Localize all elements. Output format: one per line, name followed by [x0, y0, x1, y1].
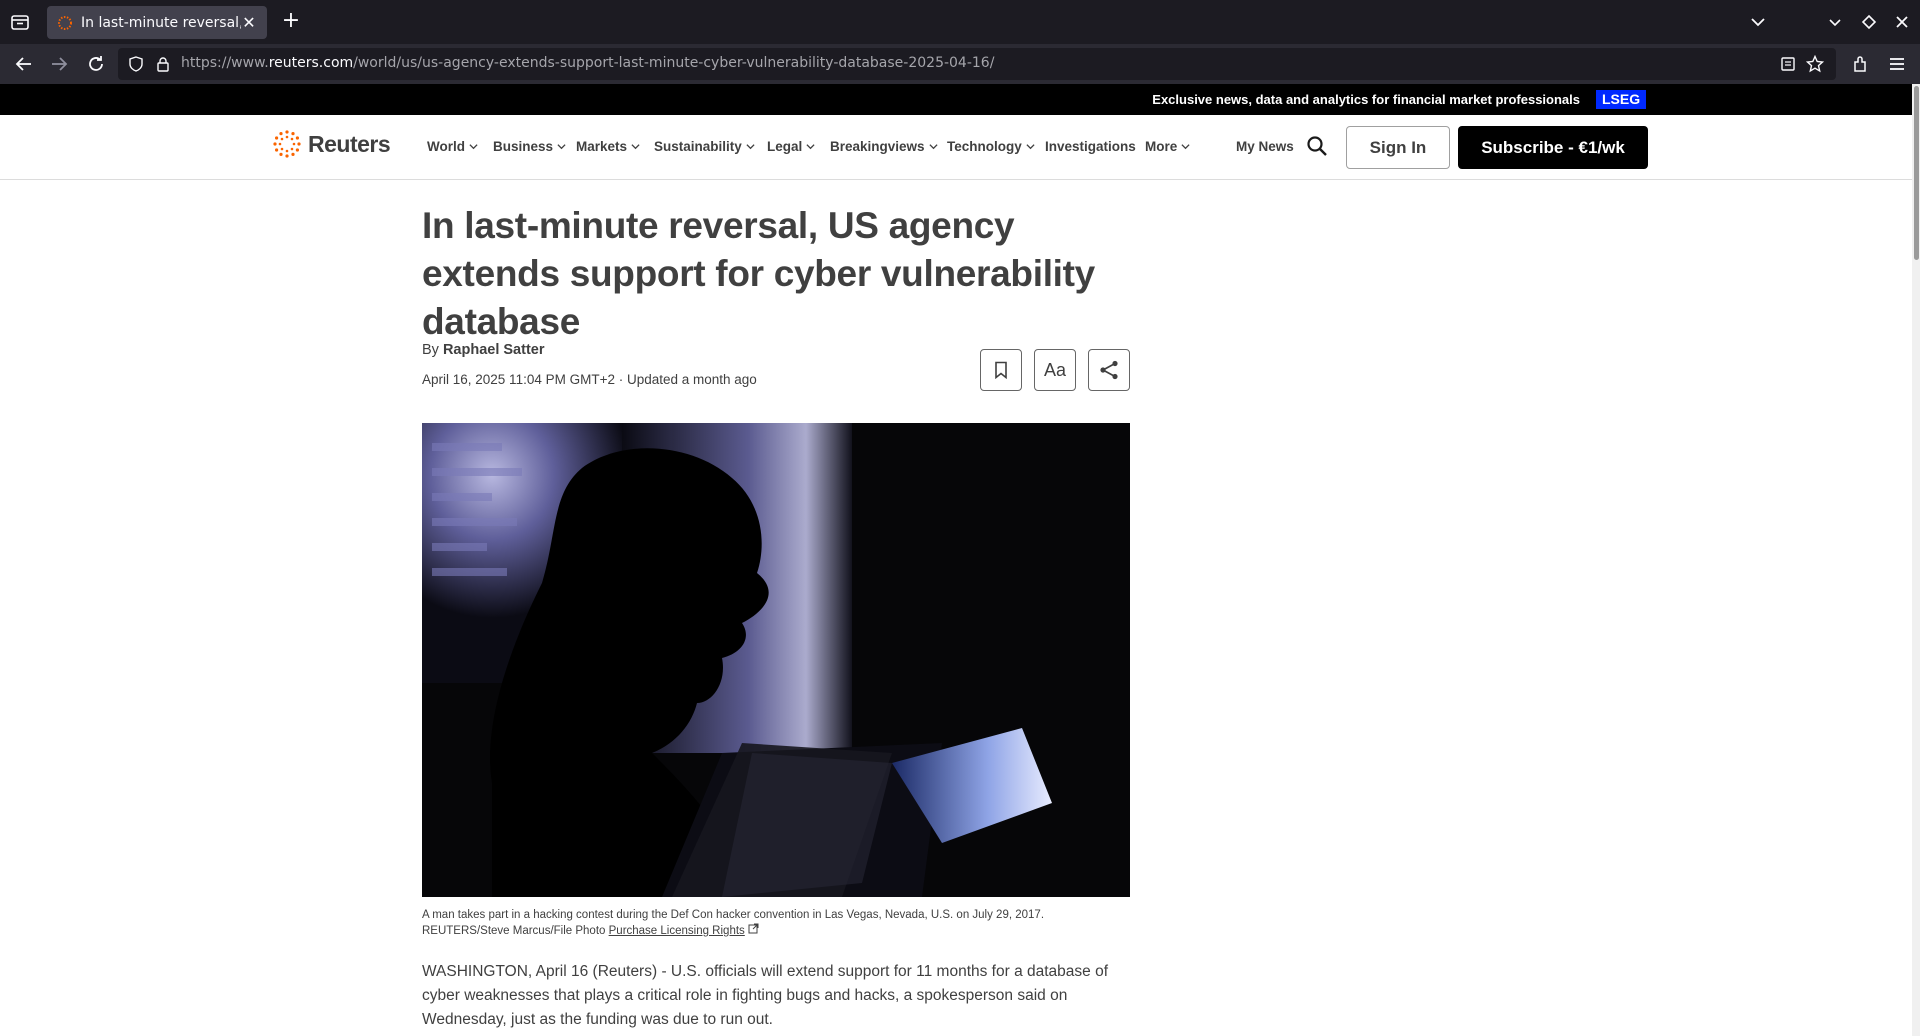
- minimize-icon[interactable]: [1825, 12, 1845, 32]
- reader-view-icon[interactable]: [1780, 56, 1796, 72]
- chevron-down-icon: [1181, 144, 1190, 150]
- tab-list-icon[interactable]: [10, 12, 30, 32]
- reload-icon[interactable]: [86, 54, 106, 74]
- tracking-protection-shield-icon[interactable]: [128, 56, 144, 72]
- forward-arrow-icon[interactable]: [49, 54, 69, 74]
- maximize-icon[interactable]: [1859, 12, 1879, 32]
- chevron-down-icon: [557, 144, 566, 150]
- share-button[interactable]: [1088, 349, 1130, 391]
- logo-wordmark: Reuters: [308, 130, 391, 157]
- article-headline: In last-minute reversal, US agency exten…: [422, 205, 1095, 342]
- save-article-button[interactable]: [980, 349, 1022, 391]
- scrollbar-thumb[interactable]: [1914, 86, 1919, 260]
- menu-hamburger-icon[interactable]: [1887, 54, 1907, 74]
- subscribe-button[interactable]: Subscribe - €1/wk: [1458, 126, 1648, 169]
- new-tab-icon[interactable]: +: [280, 10, 302, 33]
- reuters-favicon-icon: [58, 15, 72, 30]
- extensions-icon[interactable]: [1851, 54, 1871, 74]
- address-bar[interactable]: https://www.reuters.com/world/us/us-agen…: [118, 48, 1836, 80]
- external-link-icon[interactable]: [748, 923, 759, 934]
- chevron-down-icon: [631, 144, 640, 150]
- article-dateline: April 16, 2025 11:04 PM GMT+2 · Updated …: [422, 372, 757, 387]
- web-page: Exclusive news, data and analytics for f…: [0, 84, 1920, 1036]
- chevron-down-icon: [469, 144, 478, 150]
- lock-icon[interactable]: [155, 56, 171, 72]
- reuters-logo-icon: [273, 130, 301, 158]
- sign-in-button[interactable]: Sign In: [1346, 126, 1450, 169]
- browser-tab-bar: In last-minute reversal, US ✕ +: [0, 0, 1920, 44]
- list-all-tabs-icon[interactable]: [1748, 12, 1768, 32]
- banner-text[interactable]: Exclusive news, data and analytics for f…: [1152, 92, 1580, 107]
- nav-investigations[interactable]: Investigations: [1045, 139, 1145, 154]
- chevron-down-icon: [806, 144, 815, 150]
- url-text[interactable]: https://www.reuters.com/world/us/us-agen…: [181, 55, 994, 71]
- search-icon[interactable]: [1306, 135, 1328, 157]
- nav-breakingviews[interactable]: Breakingviews: [830, 139, 947, 154]
- tab-title: In last-minute reversal, US: [81, 14, 241, 31]
- browser-tab-active[interactable]: In last-minute reversal, US ✕: [47, 6, 267, 39]
- bookmark-icon: [995, 361, 1007, 379]
- nav-legal[interactable]: Legal: [767, 139, 830, 154]
- text-size-button[interactable]: Aa: [1034, 349, 1076, 391]
- article-paragraph: WASHINGTON, April 16 (Reuters) - U.S. of…: [422, 963, 1109, 1028]
- chevron-down-icon: [1026, 144, 1035, 150]
- reuters-logo[interactable]: Reuters: [272, 129, 391, 159]
- nav-business[interactable]: Business: [493, 139, 576, 154]
- site-header: Reuters World Business Markets Sustainab…: [0, 115, 1920, 180]
- byline: By Raphael Satter: [422, 342, 545, 358]
- page-scrollbar[interactable]: [1912, 84, 1920, 1036]
- back-arrow-icon[interactable]: [14, 54, 34, 74]
- main-navigation: World Business Markets Sustainability Le…: [427, 139, 1195, 154]
- close-window-icon[interactable]: [1892, 12, 1912, 32]
- bookmark-star-icon[interactable]: [1806, 55, 1824, 73]
- hacker-silhouette-image: [422, 423, 1130, 897]
- nav-sustainability[interactable]: Sustainability: [654, 139, 767, 154]
- nav-technology[interactable]: Technology: [947, 139, 1045, 154]
- close-tab-icon[interactable]: ✕: [241, 14, 257, 31]
- photo-caption: A man takes part in a hacking contest du…: [422, 909, 1045, 937]
- nav-markets[interactable]: Markets: [576, 139, 654, 154]
- share-icon: [1100, 360, 1118, 380]
- nav-world[interactable]: World: [427, 139, 493, 154]
- article-photo[interactable]: [422, 423, 1130, 897]
- lseg-badge[interactable]: LSEG: [1596, 90, 1647, 109]
- chevron-down-icon: [928, 144, 938, 150]
- my-news-link[interactable]: My News: [1236, 139, 1294, 154]
- browser-nav-bar: https://www.reuters.com/world/us/us-agen…: [0, 44, 1920, 84]
- chevron-down-icon: [746, 144, 755, 150]
- author-link[interactable]: Raphael Satter: [443, 342, 545, 358]
- nav-more[interactable]: More: [1145, 139, 1195, 154]
- top-banner[interactable]: Exclusive news, data and analytics for f…: [0, 84, 1920, 115]
- purchase-licensing-link[interactable]: Purchase Licensing Rights: [609, 925, 745, 937]
